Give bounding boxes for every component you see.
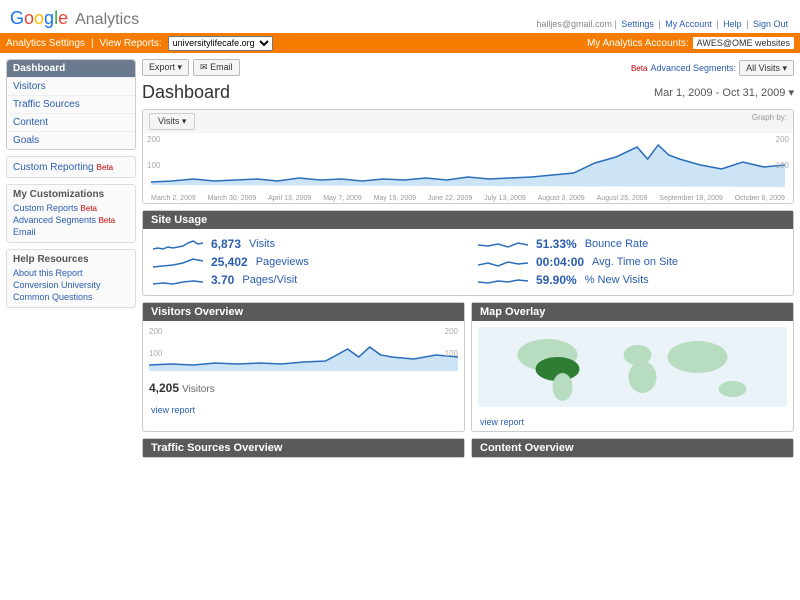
metric-pageviews[interactable]: 25,402 Pageviews	[153, 255, 458, 269]
advanced-segments-link[interactable]: Advanced Segments Beta	[13, 214, 129, 226]
visits-tab[interactable]: Visits ▾	[149, 113, 195, 130]
content: Export ▾ ✉ Email Beta Advanced Segments:…	[142, 59, 794, 458]
map-view-report[interactable]: view report	[472, 413, 793, 431]
sidebar-item-visitors[interactable]: Visitors	[7, 77, 135, 95]
site-usage-header: Site Usage	[143, 211, 793, 229]
traffic-sources-panel: Traffic Sources Overview	[142, 438, 465, 458]
common-questions-link[interactable]: Common Questions	[13, 291, 129, 303]
sidebar-nav: Dashboard Visitors Traffic Sources Conte…	[6, 59, 136, 150]
y-axis-mid: 100	[147, 161, 160, 170]
help-resources-box: Help Resources About this Report Convers…	[6, 249, 136, 308]
custom-reporting-label: Custom Reporting	[13, 162, 94, 173]
myaccount-link[interactable]: My Account	[665, 19, 712, 29]
metric-pages-visit[interactable]: 3.70 Pages/Visit	[153, 273, 458, 287]
settings-link[interactable]: Settings	[621, 19, 654, 29]
account-selector[interactable]: AWES@OME websites	[693, 37, 794, 49]
visitors-overview-panel: Visitors Overview 200 200 100 100 4,205	[142, 302, 465, 432]
metric-bounce-rate[interactable]: 51.33% Bounce Rate	[478, 237, 783, 251]
signout-link[interactable]: Sign Out	[753, 19, 788, 29]
email-link[interactable]: Email	[13, 226, 129, 238]
all-visits-dropdown[interactable]: All Visits ▾	[739, 60, 794, 76]
email-button[interactable]: ✉ Email	[193, 59, 240, 76]
nav-bar: Analytics Settings | View Reports: unive…	[0, 33, 800, 53]
main-chart-panel: Visits ▾ Graph by: 200 200 100 100 March…	[142, 109, 794, 204]
visitors-total: 4,205	[149, 381, 179, 395]
analytics-settings-link[interactable]: Analytics Settings	[6, 38, 85, 49]
traffic-sources-header: Traffic Sources Overview	[143, 439, 464, 457]
y-axis-mid-r: 100	[776, 161, 789, 170]
visitors-overview-header: Visitors Overview	[143, 303, 464, 321]
metric-visits[interactable]: 6,873 Visits	[153, 237, 458, 251]
sidebar-item-goals[interactable]: Goals	[7, 131, 135, 149]
site-selector[interactable]: universitylifecafe.org	[168, 36, 273, 51]
conversion-university-link[interactable]: Conversion University	[13, 279, 129, 291]
my-customizations-title: My Customizations	[13, 189, 129, 200]
sidebar-dashboard[interactable]: Dashboard	[7, 60, 135, 77]
visitors-view-report[interactable]: view report	[143, 401, 464, 419]
y-axis-max: 200	[147, 135, 160, 144]
my-customizations-box: My Customizations Custom Reports Beta Ad…	[6, 184, 136, 243]
page-title: Dashboard	[142, 82, 230, 103]
header: Google Analytics halljes@gmail.com | Set…	[0, 0, 800, 33]
content-overview-panel: Content Overview	[471, 438, 794, 458]
x-axis-labels: March 2, 2009March 30, 2009April 13, 200…	[151, 195, 785, 202]
content-overview-header: Content Overview	[472, 439, 793, 457]
top-links: halljes@gmail.com | Settings | My Accoun…	[536, 19, 790, 29]
toolbar: Export ▾ ✉ Email Beta Advanced Segments:…	[142, 59, 794, 76]
site-usage-panel: Site Usage 6,873 Visits 51.33% Bounce Ra…	[142, 210, 794, 296]
main-chart[interactable]: 200 200 100 100 March 2, 2009March 30, 2…	[143, 133, 793, 203]
beta-badge: Beta	[631, 64, 647, 73]
custom-reports-link[interactable]: Custom Reports Beta	[13, 202, 129, 214]
beta-badge: Beta	[97, 163, 113, 172]
map-overlay-header: Map Overlay	[472, 303, 793, 321]
world-map[interactable]	[478, 327, 787, 407]
about-report-link[interactable]: About this Report	[13, 267, 129, 279]
logo-product: Analytics	[75, 11, 139, 28]
advanced-segments-toggle[interactable]: Advanced Segments:	[651, 63, 737, 73]
logo: Google Analytics	[10, 8, 139, 29]
user-email: halljes@gmail.com	[536, 19, 612, 29]
y-axis-max-r: 200	[776, 135, 789, 144]
map-overlay-panel: Map Overlay view repo	[471, 302, 794, 432]
view-reports-label: View Reports:	[100, 38, 162, 49]
help-link[interactable]: Help	[723, 19, 742, 29]
help-resources-title: Help Resources	[13, 254, 129, 265]
custom-reporting-box[interactable]: Custom Reporting Beta	[6, 156, 136, 178]
sidebar-item-content[interactable]: Content	[7, 113, 135, 131]
sidebar-item-traffic[interactable]: Traffic Sources	[7, 95, 135, 113]
date-range-picker[interactable]: Mar 1, 2009 - Oct 31, 2009 ▾	[654, 86, 794, 99]
visitors-chart[interactable]	[149, 327, 458, 371]
metric-new-visits[interactable]: 59.90% % New Visits	[478, 273, 783, 287]
graph-by-label: Graph by:	[752, 113, 787, 130]
sidebar: Dashboard Visitors Traffic Sources Conte…	[6, 59, 136, 458]
export-button[interactable]: Export ▾	[142, 59, 189, 76]
metric-avg-time[interactable]: 00:04:00 Avg. Time on Site	[478, 255, 783, 269]
my-accounts-label: My Analytics Accounts:	[587, 38, 689, 49]
